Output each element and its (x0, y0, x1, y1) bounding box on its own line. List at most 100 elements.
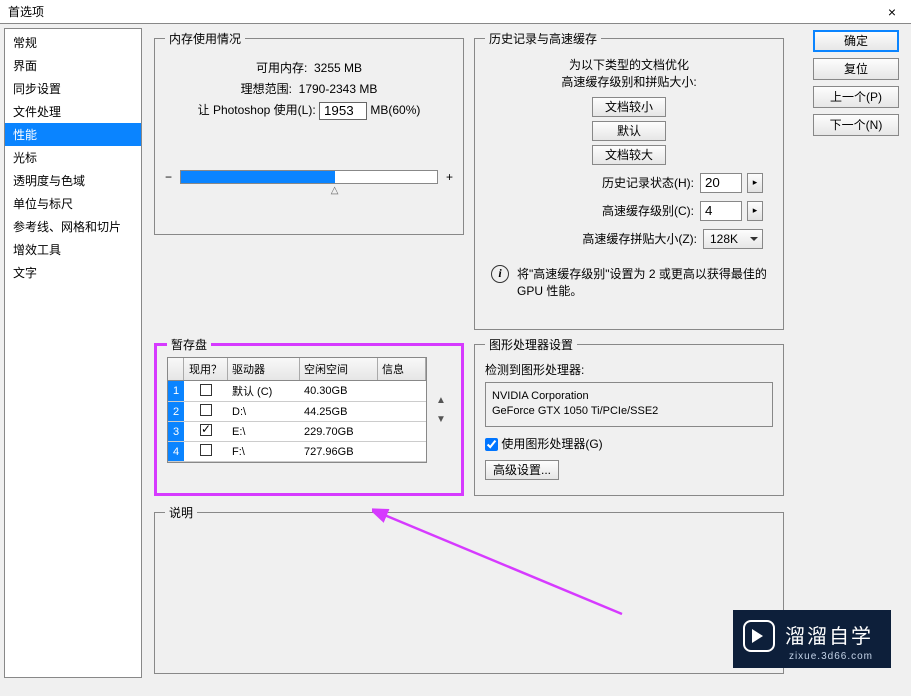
checkbox-icon[interactable] (200, 444, 212, 456)
use-gpu-label: 使用图形处理器(G) (501, 437, 602, 451)
gpu-detected-label: 检测到图形处理器: (485, 361, 773, 378)
table-row[interactable]: 1 默认 (C)40.30GB (168, 381, 426, 402)
sidebar-item-type[interactable]: 文字 (5, 261, 141, 284)
gpu-legend: 图形处理器设置 (485, 336, 577, 353)
row-number: 2 (168, 402, 184, 421)
sidebar-item-guides[interactable]: 参考线、网格和切片 (5, 215, 141, 238)
sidebar-item-performance[interactable]: 性能 (5, 123, 141, 146)
stepper-icon[interactable]: ▸ (747, 173, 763, 193)
sidebar-item-filehandling[interactable]: 文件处理 (5, 100, 141, 123)
row-info (378, 430, 426, 434)
ideal-label: 理想范围: (241, 82, 292, 96)
scratch-table[interactable]: 现用？ 驱动器 空闲空间 信息 1 默认 (C)40.30GB 2 D:\44.25G… (167, 357, 427, 463)
window-title: 首选项 (8, 3, 44, 20)
move-up-icon[interactable]: ▲ (436, 395, 446, 406)
history-note1: 为以下类型的文档优化 (569, 58, 689, 72)
row-number: 1 (168, 381, 184, 401)
tile-size-select[interactable]: 128K (703, 229, 763, 249)
slider-minus[interactable]: − (165, 170, 172, 184)
sidebar-item-transparency[interactable]: 透明度与色域 (5, 169, 141, 192)
gpu-vendor: NVIDIA Corporation (492, 389, 766, 404)
description-legend: 说明 (165, 504, 197, 521)
cache-info-text: 将"高速缓存级别"设置为 2 或更高以获得最佳的 GPU 性能。 (517, 265, 767, 299)
history-states-label: 历史记录状态(H): (602, 174, 694, 191)
row-drive: D:\ (228, 404, 300, 420)
prev-button[interactable]: 上一个(P) (813, 86, 899, 108)
checkbox-icon[interactable] (200, 384, 212, 396)
sidebar-item-interface[interactable]: 界面 (5, 54, 141, 77)
row-free: 727.96GB (300, 444, 378, 460)
slider-thumb-icon[interactable]: △ (331, 185, 339, 196)
sidebar-item-sync[interactable]: 同步设置 (5, 77, 141, 100)
memory-slider[interactable]: △ (180, 170, 438, 184)
checkbox-icon[interactable] (200, 424, 212, 436)
row-info (378, 389, 426, 393)
col-use[interactable]: 现用？ (184, 358, 228, 380)
history-states-input[interactable] (700, 173, 742, 193)
row-drive: F:\ (228, 444, 300, 460)
close-icon[interactable]: × (877, 2, 907, 22)
memory-legend: 内存使用情况 (165, 30, 245, 47)
row-info (378, 410, 426, 414)
slider-plus[interactable]: + (446, 170, 453, 184)
row-use-cell[interactable] (184, 422, 228, 441)
description-group: 说明 (154, 504, 784, 674)
slider-fill (181, 171, 335, 183)
reset-button[interactable]: 复位 (813, 58, 899, 80)
history-group: 历史记录与高速缓存 为以下类型的文档优化 高速缓存级别和拼贴大小: 文档较小 默… (474, 30, 784, 330)
row-use-cell[interactable] (184, 402, 228, 421)
col-drive[interactable]: 驱动器 (228, 358, 300, 380)
col-info[interactable]: 信息 (378, 358, 426, 380)
row-number: 4 (168, 442, 184, 461)
row-free: 229.70GB (300, 424, 378, 440)
info-icon: i (491, 265, 509, 283)
available-value: 3255 MB (314, 61, 362, 75)
gpu-group: 图形处理器设置 检测到图形处理器: NVIDIA Corporation GeF… (474, 336, 784, 496)
memory-use-input[interactable] (319, 102, 367, 120)
sidebar-item-general[interactable]: 常规 (5, 31, 141, 54)
row-use-cell[interactable] (184, 442, 228, 461)
cache-level-label: 高速缓存级别(C): (602, 202, 694, 219)
sidebar-item-plugins[interactable]: 增效工具 (5, 238, 141, 261)
row-free: 44.25GB (300, 404, 378, 420)
gpu-advanced-button[interactable]: 高级设置... (485, 460, 559, 480)
gpu-info-box: NVIDIA Corporation GeForce GTX 1050 Ti/P… (485, 382, 773, 427)
table-row[interactable]: 3 E:\229.70GB (168, 422, 426, 442)
let-use-label: 让 Photoshop 使用(L): (198, 103, 316, 117)
row-use-cell[interactable] (184, 382, 228, 401)
tile-size-label: 高速缓存拼贴大小(Z): (582, 230, 697, 247)
sidebar-item-cursor[interactable]: 光标 (5, 146, 141, 169)
table-row[interactable]: 4 F:\727.96GB (168, 442, 426, 462)
col-free[interactable]: 空闲空间 (300, 358, 378, 380)
use-gpu-check-icon[interactable] (485, 438, 498, 451)
doc-small-button[interactable]: 文档较小 (592, 97, 666, 117)
row-drive: E:\ (228, 424, 300, 440)
next-button[interactable]: 下一个(N) (813, 114, 899, 136)
use-gpu-checkbox[interactable]: 使用图形处理器(G) (485, 437, 603, 451)
scratch-group: 暂存盘 现用？ 驱动器 空闲空间 信息 1默认 (C)40.30GB2D:\44… (154, 336, 464, 496)
watermark-play-icon (743, 620, 775, 652)
row-info (378, 450, 426, 454)
cache-level-input[interactable] (700, 201, 742, 221)
row-free: 40.30GB (300, 383, 378, 399)
scratch-legend: 暂存盘 (167, 336, 211, 353)
ok-button[interactable]: 确定 (813, 30, 899, 52)
doc-large-button[interactable]: 文档较大 (592, 145, 666, 165)
memory-use-suffix: MB(60%) (370, 103, 420, 117)
watermark-sub: zixue.3d66.com (785, 651, 873, 662)
history-note2: 高速缓存级别和拼贴大小: (561, 75, 696, 89)
stepper-icon[interactable]: ▸ (747, 201, 763, 221)
doc-default-button[interactable]: 默认 (592, 121, 666, 141)
category-sidebar: 常规 界面 同步设置 文件处理 性能 光标 透明度与色域 单位与标尺 参考线、网… (4, 28, 142, 678)
history-legend: 历史记录与高速缓存 (485, 30, 601, 47)
sidebar-item-units[interactable]: 单位与标尺 (5, 192, 141, 215)
watermark: 溜溜自学 zixue.3d66.com (733, 610, 891, 668)
row-number: 3 (168, 422, 184, 441)
watermark-text: 溜溜自学 (785, 626, 873, 648)
available-label: 可用内存: (256, 61, 307, 75)
checkbox-icon[interactable] (200, 404, 212, 416)
table-row[interactable]: 2 D:\44.25GB (168, 402, 426, 422)
row-drive: 默认 (C) (228, 381, 300, 401)
move-down-icon[interactable]: ▼ (436, 414, 446, 425)
memory-group: 内存使用情况 可用内存: 3255 MB 理想范围: 1790-2343 MB … (154, 30, 464, 235)
